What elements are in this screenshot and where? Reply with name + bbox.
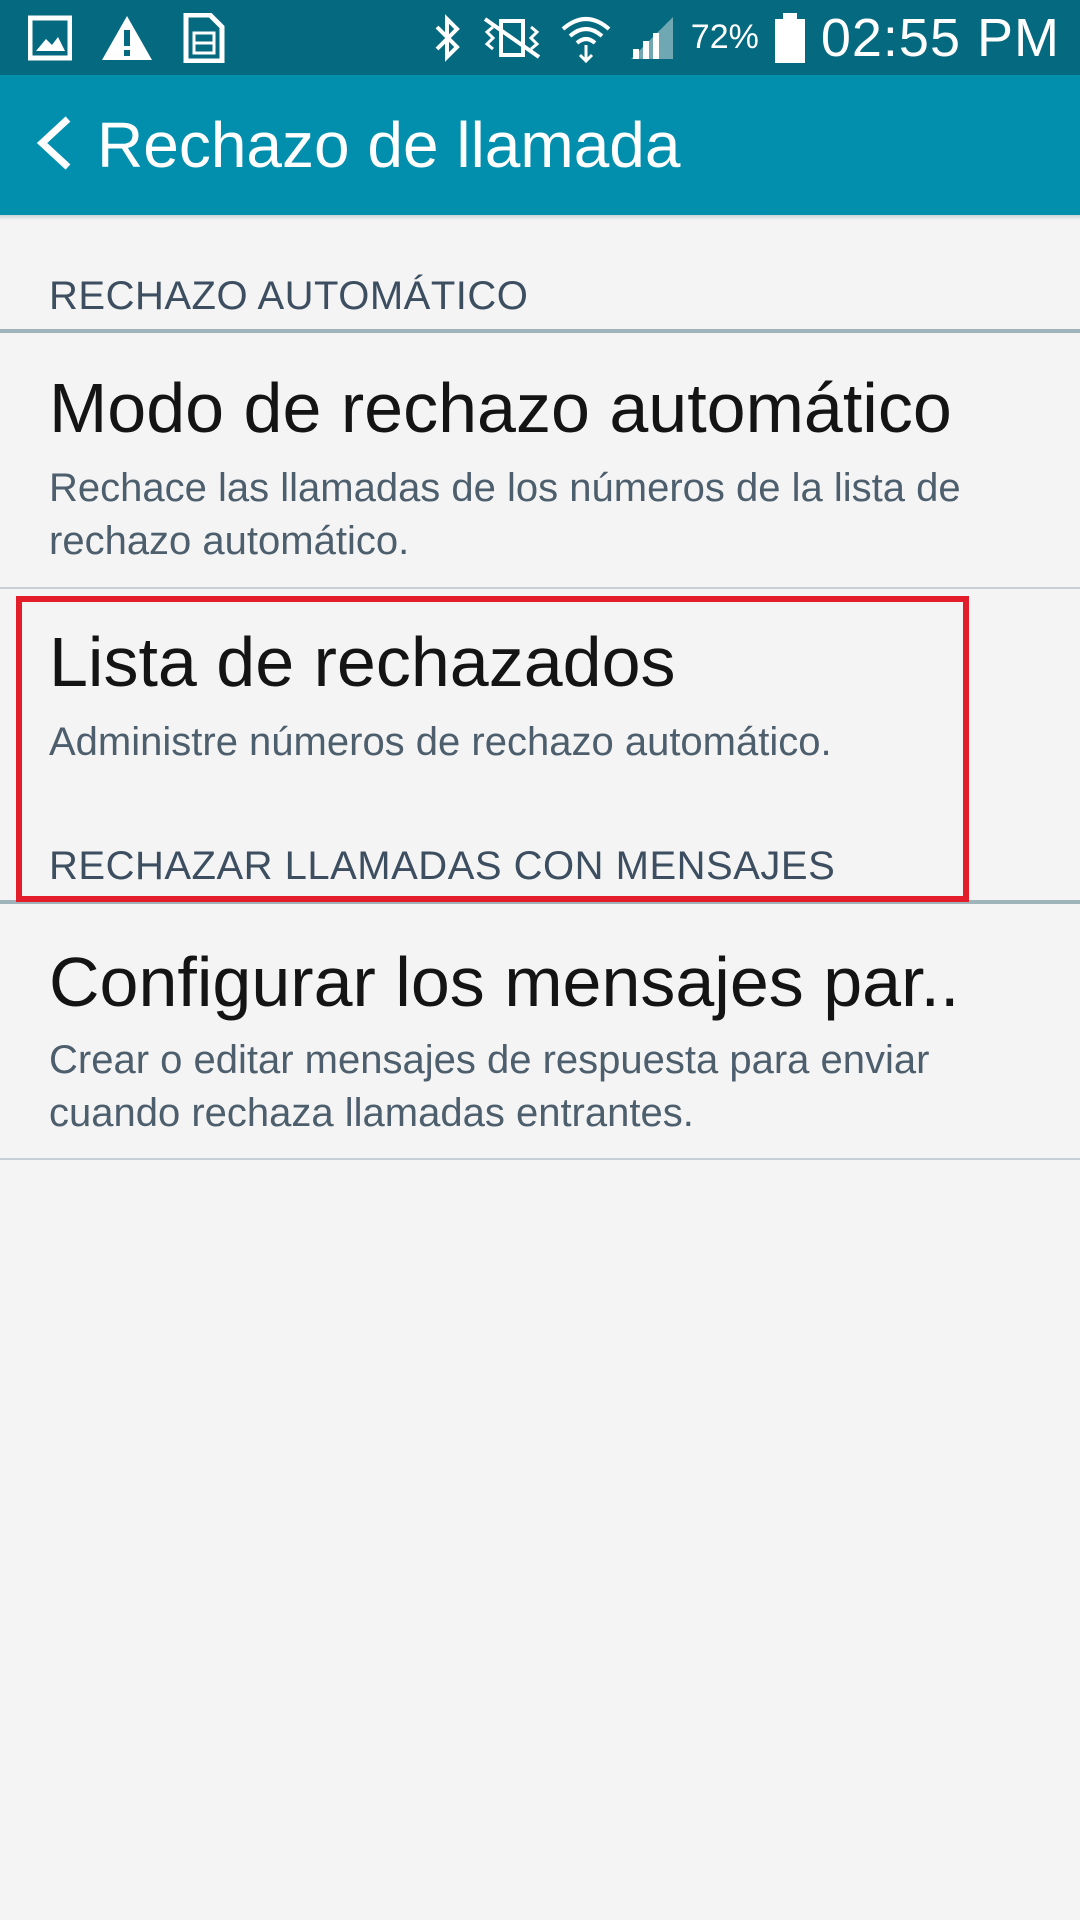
pref-summary: Administre números de rechazo automático… <box>49 720 832 764</box>
sim-card-icon <box>182 13 228 63</box>
pref-lista-rechazados[interactable]: Lista de rechazados Administre números d… <box>0 589 1080 807</box>
chevron-left-icon <box>34 113 74 178</box>
bluetooth-icon <box>431 13 465 63</box>
pref-configurar-mensajes[interactable]: Configurar los mensajes par.. Crear o ed… <box>0 904 1080 1158</box>
section-header-rechazar-con-mensajes: RECHAZAR LLAMADAS CON MENSAJES <box>49 844 836 888</box>
pref-summary: Rechace las llamadas de los números de l… <box>49 466 961 563</box>
wifi-icon <box>559 11 613 65</box>
pref-title: Lista de rechazados <box>49 623 676 701</box>
page-title: Rechazo de llamada <box>97 109 681 181</box>
gallery-icon <box>28 15 72 61</box>
pref-modo-rechazo-automatico[interactable]: Modo de rechazo automático Rechace las l… <box>0 333 1080 587</box>
signal-icon <box>627 13 677 63</box>
clock: 02:55 PM <box>820 7 1060 68</box>
warning-icon <box>100 14 154 62</box>
status-bar: 72% 02:55 PM <box>0 0 1080 75</box>
app-bar-shadow <box>0 215 1080 220</box>
section-header-rechazo-automatico: RECHAZO AUTOMÁTICO <box>49 274 529 318</box>
pref-title: Configurar los mensajes par.. <box>49 943 960 1021</box>
app-bar: Rechazo de llamada <box>0 75 1080 215</box>
pref-title: Modo de rechazo automático <box>49 369 952 447</box>
battery-percent: 72% <box>690 18 759 56</box>
item-divider <box>0 1158 1080 1160</box>
battery-icon <box>773 11 807 65</box>
vibrate-mute-icon <box>479 13 545 63</box>
pref-summary: Crear o editar mensajes de respuesta par… <box>49 1038 930 1135</box>
back-button[interactable] <box>24 113 84 177</box>
